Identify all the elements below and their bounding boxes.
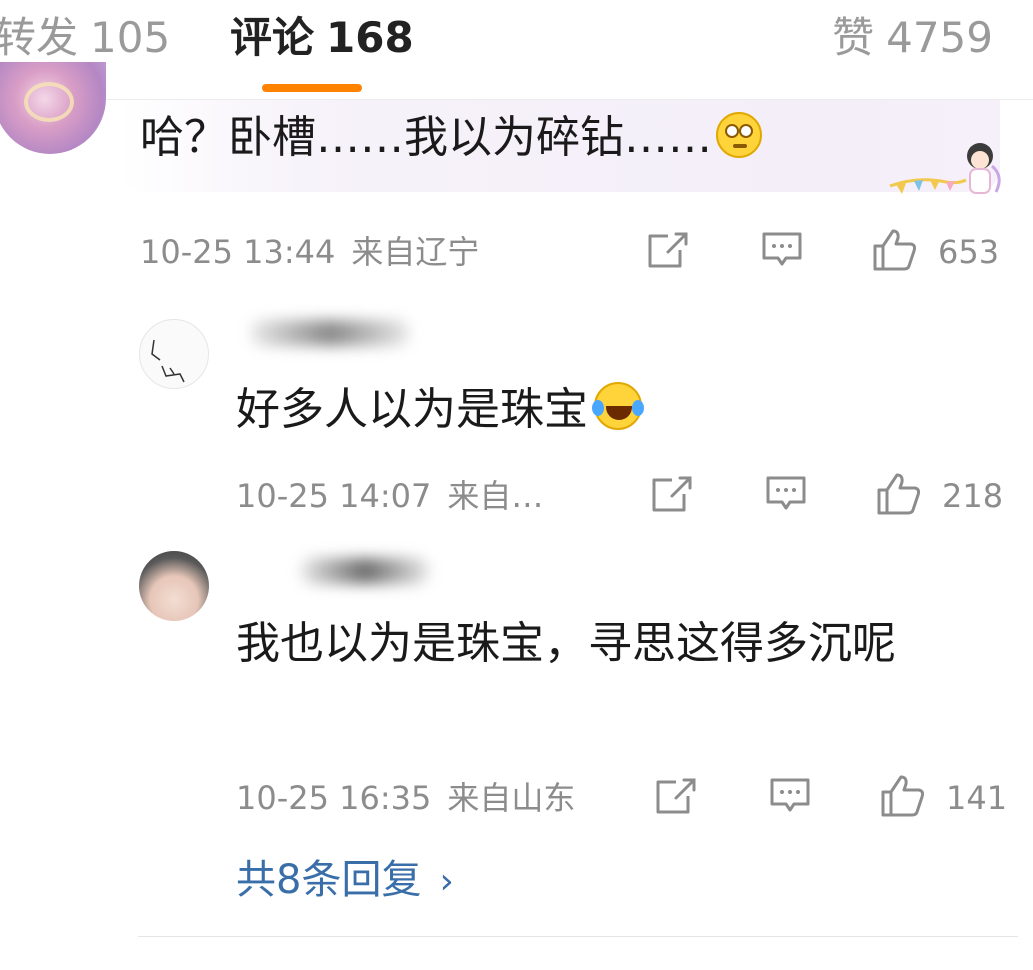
tab-likes-label: 赞 bbox=[832, 13, 875, 62]
tab-bar: 转发 105 评论 168 赞 4759 bbox=[0, 0, 1033, 100]
sticker-decoration-icon bbox=[889, 143, 1001, 194]
thumbs-up-icon[interactable] bbox=[876, 472, 922, 516]
reply-avatar[interactable] bbox=[139, 551, 209, 621]
tab-likes-count: 4759 bbox=[886, 13, 993, 62]
chevron-right-icon: › bbox=[439, 861, 454, 902]
share-icon[interactable] bbox=[654, 776, 698, 816]
reply-time: 10-25 16:35 bbox=[236, 779, 432, 817]
comment-like-count: 653 bbox=[938, 233, 1000, 271]
reply-text: 好多人以为是珠宝 bbox=[236, 376, 644, 444]
reply-text: 我也以为是珠宝，寻思这得多沉呢 bbox=[236, 610, 996, 678]
tab-comments-count: 168 bbox=[326, 13, 414, 62]
reply-like-count: 218 bbox=[942, 477, 1004, 515]
reply-text-body: 我也以为是珠宝，寻思这得多沉呢 bbox=[236, 618, 896, 669]
comment-meta: 10-25 13:44 来自辽宁 bbox=[140, 232, 479, 272]
thumbs-up-icon[interactable] bbox=[880, 774, 926, 818]
reply-location: 来自山东 bbox=[447, 779, 576, 817]
reply-meta: 10-25 16:35 来自山东 bbox=[236, 778, 575, 818]
reply-icon[interactable] bbox=[768, 776, 812, 816]
comment-location: 来自辽宁 bbox=[351, 233, 480, 271]
reply-location: 来自… bbox=[447, 477, 544, 515]
tab-repost[interactable]: 转发 105 bbox=[0, 10, 170, 66]
blurred-username[interactable] bbox=[300, 558, 430, 584]
reply-time: 10-25 14:07 bbox=[236, 477, 432, 515]
tab-repost-count: 105 bbox=[90, 13, 171, 62]
reply-avatar[interactable] bbox=[139, 319, 209, 389]
reply-like-count: 141 bbox=[946, 779, 1008, 817]
laughing-tears-icon bbox=[592, 382, 644, 430]
comment-text: 哈？卧槽……我以为碎钻…… bbox=[140, 110, 762, 166]
reply-meta: 10-25 14:07 来自… bbox=[236, 476, 543, 516]
tab-repost-label: 转发 bbox=[0, 13, 79, 62]
comment-text-body: 哈？卧槽……我以为碎钻…… bbox=[140, 112, 712, 163]
blurred-username[interactable] bbox=[250, 320, 410, 346]
divider bbox=[138, 936, 1018, 937]
thumbs-up-icon[interactable] bbox=[872, 228, 918, 272]
tab-comments-label: 评论 bbox=[230, 13, 315, 62]
reply-text-body: 好多人以为是珠宝 bbox=[236, 384, 588, 435]
reply-icon[interactable] bbox=[764, 474, 808, 514]
avatar-sketch-icon bbox=[151, 339, 185, 383]
commenter-avatar[interactable] bbox=[0, 62, 106, 154]
comment-time: 10-25 13:44 bbox=[140, 233, 336, 271]
tab-comments[interactable]: 评论 168 bbox=[230, 10, 414, 66]
comment-page: 转发 105 评论 168 赞 4759 哈？卧槽……我以为碎钻…… 10-25 13… bbox=[0, 0, 1033, 970]
share-icon[interactable] bbox=[646, 230, 690, 270]
tab-likes[interactable]: 赞 4759 bbox=[832, 10, 993, 66]
more-replies-label: 共8条回复 bbox=[236, 857, 422, 903]
view-more-replies-link[interactable]: 共8条回复 › bbox=[236, 856, 454, 906]
share-icon[interactable] bbox=[650, 474, 694, 514]
active-tab-indicator bbox=[262, 84, 362, 92]
thinking-face-icon bbox=[716, 112, 762, 158]
reply-icon[interactable] bbox=[760, 230, 804, 270]
